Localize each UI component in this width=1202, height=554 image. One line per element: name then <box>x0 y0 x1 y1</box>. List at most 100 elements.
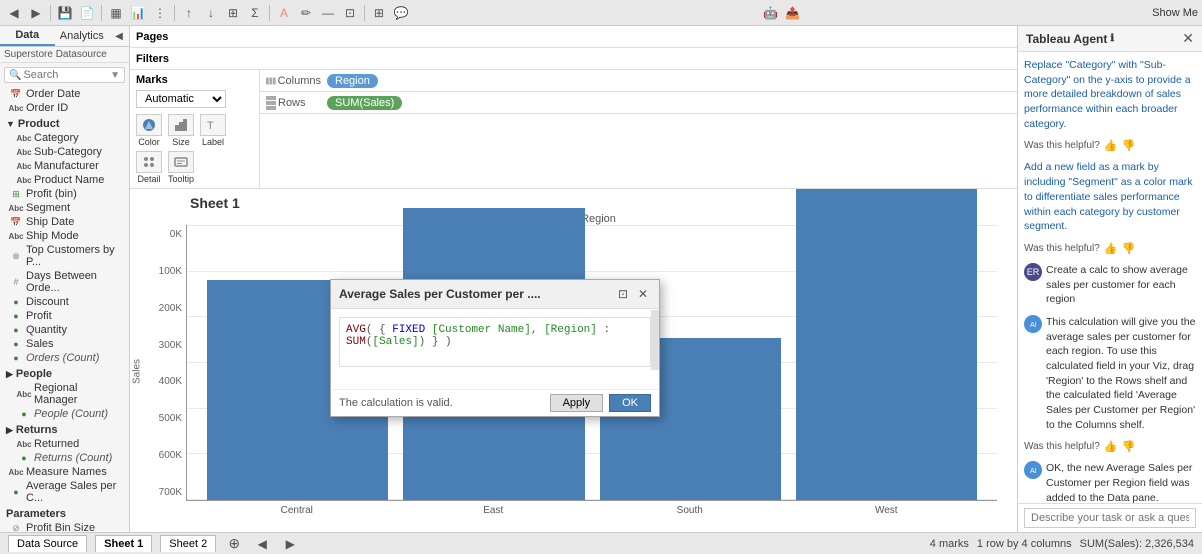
mark-tooltip-btn[interactable]: Tooltip <box>168 151 194 184</box>
thumbs-up-2[interactable]: 👍 <box>1104 242 1118 255</box>
agent-close-btn[interactable]: ✕ <box>1182 30 1194 47</box>
thumbs-down-1[interactable]: 👎 <box>1121 139 1135 152</box>
param-profit-bin[interactable]: ⊘ Profit Bin Size <box>0 521 129 532</box>
add-sheet-btn[interactable]: ⊕ <box>224 534 244 554</box>
field-days-between[interactable]: # Days Between Orde... <box>0 269 129 295</box>
field-discount[interactable]: ● Discount <box>0 295 129 309</box>
new-btn[interactable]: 📄 <box>77 3 97 23</box>
sheet-nav-right[interactable]: ▶ <box>280 534 300 554</box>
marks-type-select[interactable]: Automatic <box>136 90 226 108</box>
field-label: Category <box>34 132 79 144</box>
field-regional-manager[interactable]: Abc Regional Manager <box>0 381 129 407</box>
product-group[interactable]: ▼ Product <box>0 115 129 131</box>
field-order-id[interactable]: Abc Order ID <box>0 101 129 115</box>
share-btn[interactable]: 📤 <box>783 3 803 23</box>
ok-button[interactable]: OK <box>609 394 651 412</box>
chart-btn[interactable]: 📊 <box>128 3 148 23</box>
region-pill[interactable]: Region <box>327 74 378 88</box>
line-btn[interactable]: — <box>318 3 338 23</box>
mark-color-btn[interactable]: Color <box>136 114 162 147</box>
fit-btn[interactable]: ⊞ <box>369 3 389 23</box>
field-profit[interactable]: ● Profit <box>0 309 129 323</box>
collapse-sidebar-btn[interactable]: ◀ <box>109 26 129 46</box>
more-btn[interactable]: ⋮ <box>150 3 170 23</box>
field-ship-mode[interactable]: Abc Ship Mode <box>0 229 129 243</box>
tooltip-btn[interactable]: 💬 <box>391 3 411 23</box>
field-manufacturer[interactable]: Abc Manufacturer <box>0 159 129 173</box>
field-profit-bin[interactable]: ⊞ Profit (bin) <box>0 187 129 201</box>
y-tick: 700K <box>146 487 182 498</box>
people-section[interactable]: ▶ People <box>0 365 129 381</box>
field-product-name[interactable]: Abc Product Name <box>0 173 129 187</box>
x-labels: Central East South West <box>186 503 997 518</box>
scroll-indicator[interactable] <box>651 310 659 370</box>
detail-label: Detail <box>137 174 160 184</box>
tab-sheet2[interactable]: Sheet 2 <box>160 535 216 552</box>
y-tick: 100K <box>146 266 182 277</box>
thumbs-up-1[interactable]: 👍 <box>1104 139 1118 152</box>
search-input[interactable] <box>23 69 103 81</box>
info-icon[interactable]: ℹ <box>1110 33 1114 44</box>
field-label: Days Between Orde... <box>26 270 123 294</box>
highlight-btn[interactable]: A <box>274 3 294 23</box>
forward-btn[interactable]: ▶ <box>26 3 46 23</box>
filter-fields-icon[interactable]: ▼ <box>110 70 120 81</box>
field-ship-date[interactable]: 📅 Ship Date <box>0 215 129 229</box>
bar-west[interactable] <box>796 189 977 500</box>
mark-size-btn[interactable]: Size <box>168 114 194 147</box>
field-sub-category[interactable]: Abc Sub-Category <box>0 145 129 159</box>
status-text: The calculation is valid. <box>339 397 453 409</box>
filter-btn[interactable]: ⊞ <box>223 3 243 23</box>
sheet-nav-left[interactable]: ◀ <box>252 534 272 554</box>
tab-analytics[interactable]: Analytics <box>55 26 110 46</box>
field-avg-sales[interactable]: ● Average Sales per C... <box>0 479 129 505</box>
col-label-text: Columns <box>278 75 321 87</box>
svg-text:T: T <box>207 120 214 132</box>
sum-btn[interactable]: Σ <box>245 3 265 23</box>
thumbs-up-3[interactable]: 👍 <box>1104 440 1118 453</box>
field-sales[interactable]: ● Sales <box>0 337 129 351</box>
back-btn[interactable]: ◀ <box>4 3 24 23</box>
field-segment[interactable]: Abc Segment <box>0 201 129 215</box>
user-msg-1: ER Create a calc to show average sales p… <box>1024 263 1196 307</box>
bot-text-1: This calculation will give you the avera… <box>1046 315 1196 433</box>
tab-data-source[interactable]: Data Source <box>8 535 87 552</box>
sort-desc-btn[interactable]: ↓ <box>201 3 221 23</box>
bot-avatar: AI <box>1024 315 1042 333</box>
field-quantity[interactable]: ● Quantity <box>0 323 129 337</box>
field-order-date[interactable]: 📅 Order Date <box>0 87 129 101</box>
formula-colon: : <box>597 324 610 336</box>
table-btn[interactable]: ▦ <box>106 3 126 23</box>
thumbs-down-2[interactable]: 👎 <box>1121 242 1135 255</box>
calc-formula[interactable]: AVG( { FIXED [Customer Name], [Region] :… <box>339 317 651 367</box>
field-orders-count[interactable]: ● Orders (Count) <box>0 351 129 365</box>
layout-btn[interactable]: ⊡ <box>340 3 360 23</box>
returns-section[interactable]: ▶ Returns <box>0 421 129 437</box>
dialog-close-btn[interactable]: ✕ <box>635 286 651 302</box>
thumbs-down-3[interactable]: 👎 <box>1121 440 1135 453</box>
field-returns-count[interactable]: ● Returns (Count) <box>0 451 129 465</box>
field-label: Top Customers by P... <box>26 244 123 268</box>
dialog-restore-btn[interactable]: ⊡ <box>615 286 631 302</box>
field-returned[interactable]: Abc Returned <box>0 437 129 451</box>
right-panel: Tableau Agent ℹ ✕ Replace "Category" wit… <box>1017 26 1202 532</box>
mark-detail-btn[interactable]: Detail <box>136 151 162 184</box>
apply-button[interactable]: Apply <box>550 394 604 412</box>
sum-sales-pill[interactable]: SUM(Sales) <box>327 96 402 110</box>
pen-btn[interactable]: ✏ <box>296 3 316 23</box>
agent-icon[interactable]: 🤖 <box>761 3 781 23</box>
bar-rect <box>796 189 977 500</box>
bin-icon: ⊞ <box>10 188 22 200</box>
agent-input[interactable] <box>1024 508 1196 528</box>
field-category[interactable]: Abc Category <box>0 131 129 145</box>
save-btn[interactable]: 💾 <box>55 3 75 23</box>
show-me-button[interactable]: Show Me <box>1152 7 1198 19</box>
mark-label-btn[interactable]: T Label <box>200 114 226 147</box>
sort-asc-btn[interactable]: ↑ <box>179 3 199 23</box>
field-people-count[interactable]: ● People (Count) <box>0 407 129 421</box>
field-measure-names[interactable]: Abc Measure Names <box>0 465 129 479</box>
tab-data[interactable]: Data <box>0 26 55 46</box>
field-top-customers[interactable]: ⊗ Top Customers by P... <box>0 243 129 269</box>
tab-sheet1[interactable]: Sheet 1 <box>95 535 152 552</box>
y-tick: 300K <box>146 340 182 351</box>
